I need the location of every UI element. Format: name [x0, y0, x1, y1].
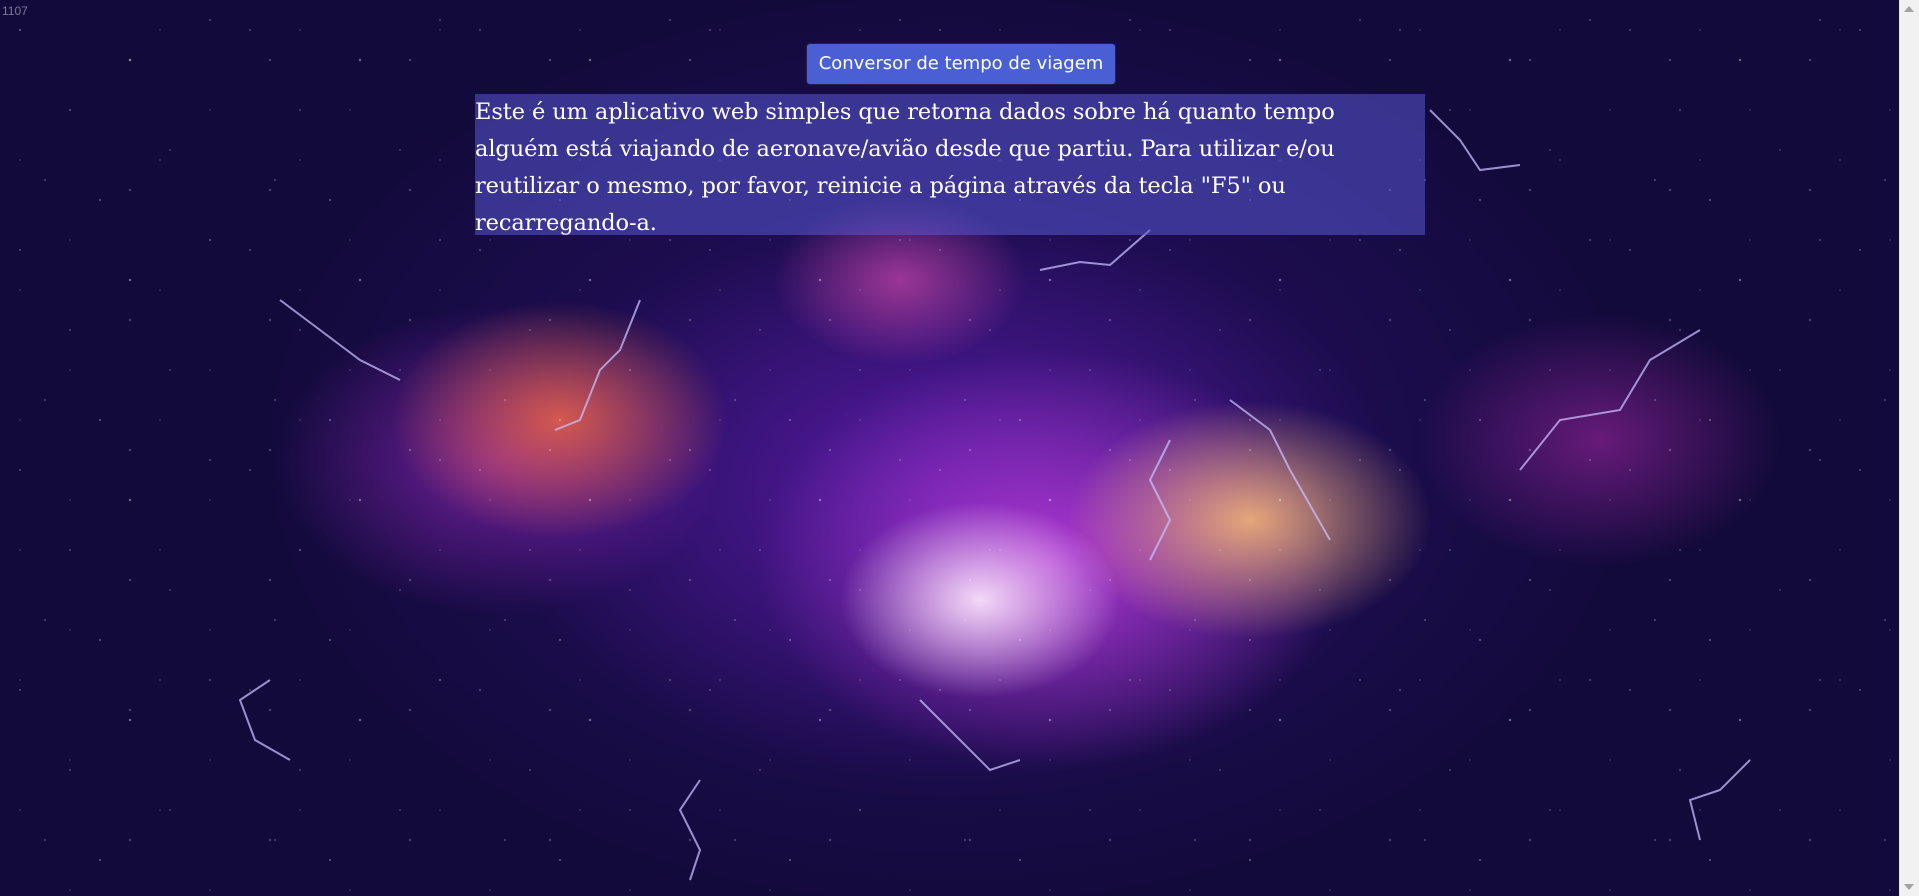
- vertical-scrollbar[interactable]: [1899, 0, 1919, 896]
- scroll-up-icon[interactable]: [1904, 6, 1914, 12]
- description-panel: Este é um aplicativo web simples que ret…: [475, 94, 1425, 236]
- travel-time-converter-button[interactable]: Conversor de tempo de viagem: [807, 44, 1115, 84]
- corner-number-label: 1107: [2, 4, 28, 18]
- description-text: Este é um aplicativo web simples que ret…: [475, 99, 1335, 236]
- scroll-down-icon[interactable]: [1904, 884, 1914, 890]
